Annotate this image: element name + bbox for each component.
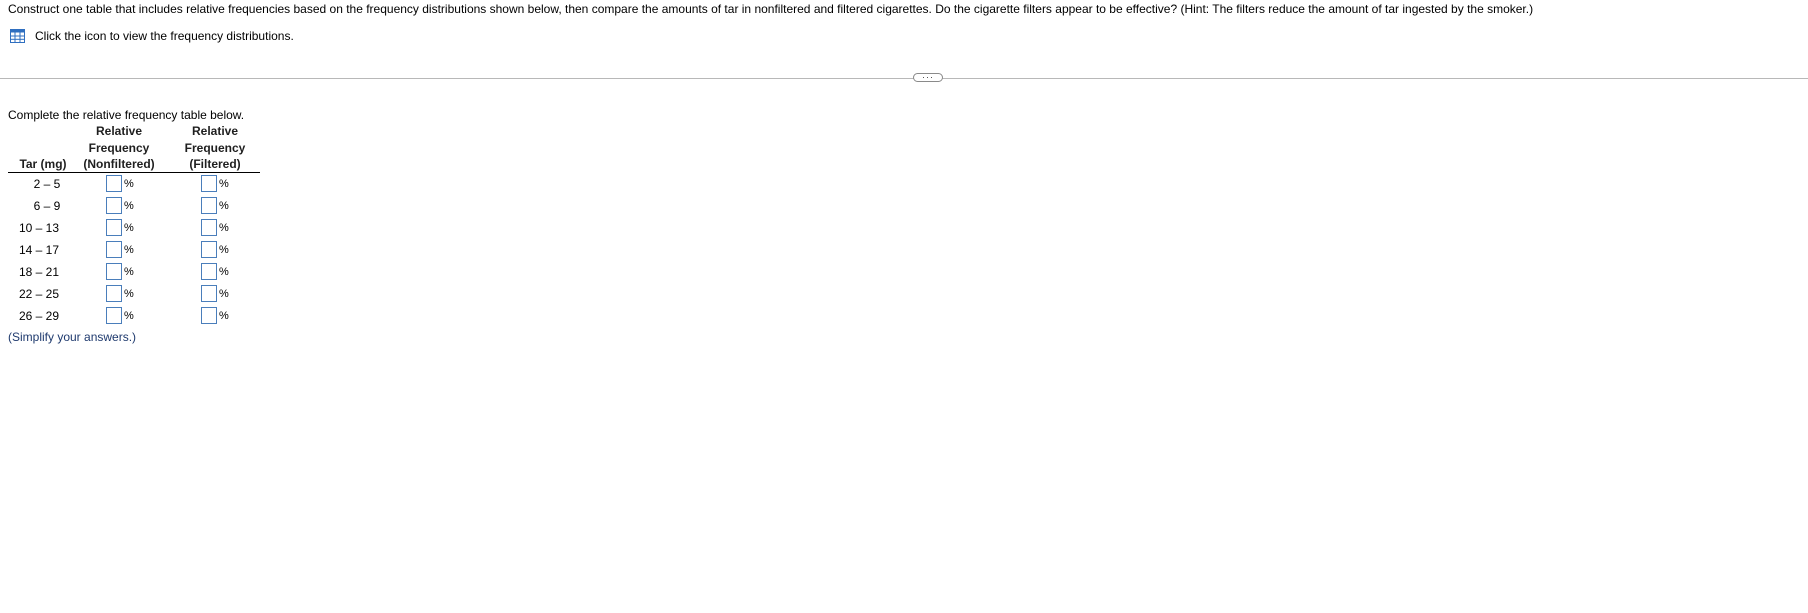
table-row: 14 – 17 % % [0,239,270,261]
tar-range-label: 10 – 13 [18,221,60,235]
percent-sign: % [124,266,134,278]
tar-range-label: 22 – 25 [18,287,60,301]
percent-sign: % [219,222,229,234]
percent-sign: % [124,178,134,190]
header-filtered-line1: Relative [191,124,239,138]
percent-sign: % [124,310,134,322]
table-row: 22 – 25 % % [0,283,270,305]
filtered-input[interactable] [201,307,217,324]
filtered-input[interactable] [201,241,217,258]
section-divider [0,78,1808,79]
header-filtered-line2: Frequency [184,141,246,155]
header-filtered-line3: (Filtered) [189,157,241,171]
percent-sign: % [219,178,229,190]
nonfiltered-input[interactable] [106,241,122,258]
percent-sign: % [219,310,229,322]
percent-sign: % [124,288,134,300]
view-distributions-text[interactable]: Click the icon to view the frequency dis… [35,28,294,44]
percent-sign: % [124,244,134,256]
percent-sign: % [219,288,229,300]
percent-sign: % [219,244,229,256]
nonfiltered-input[interactable] [106,197,122,214]
table-row: 18 – 21 % % [0,261,270,283]
question-text: Construct one table that includes relati… [8,2,1534,16]
nonfiltered-input[interactable] [106,175,122,192]
header-nonfiltered-line3: (Nonfiltered) [83,157,155,171]
header-nonfiltered-line1: Relative [95,124,143,138]
nonfiltered-input[interactable] [106,285,122,302]
percent-sign: % [124,200,134,212]
table-grid-icon[interactable] [10,29,25,43]
percent-sign: % [124,222,134,234]
nonfiltered-input[interactable] [106,263,122,280]
filtered-input[interactable] [201,219,217,236]
table-row: 6 – 9 % % [0,195,270,217]
filtered-input[interactable] [201,263,217,280]
percent-sign: % [219,266,229,278]
filtered-input[interactable] [201,197,217,214]
filtered-input[interactable] [201,175,217,192]
table-row: 10 – 13 % % [0,217,270,239]
tar-range-label: 14 – 17 [18,243,60,257]
header-nonfiltered-line2: Frequency [88,141,150,155]
tar-range-label: 2 – 5 [33,177,61,191]
view-distributions-link[interactable]: Click the icon to view the frequency dis… [10,28,294,44]
instruction-text: Complete the relative frequency table be… [8,108,245,122]
tar-range-label: 26 – 29 [18,309,60,323]
nonfiltered-input[interactable] [106,307,122,324]
table-row: 26 – 29 % % [0,305,270,327]
header-tar: Tar (mg) [19,157,67,171]
percent-sign: % [219,200,229,212]
nonfiltered-input[interactable] [106,219,122,236]
expand-more-button[interactable]: ··· [913,73,943,82]
table-row: 2 – 5 % % [0,173,270,195]
tar-range-label: 6 – 9 [33,199,61,213]
simplify-note: (Simplify your answers.) [8,330,137,344]
tar-range-label: 18 – 21 [18,265,60,279]
filtered-input[interactable] [201,285,217,302]
